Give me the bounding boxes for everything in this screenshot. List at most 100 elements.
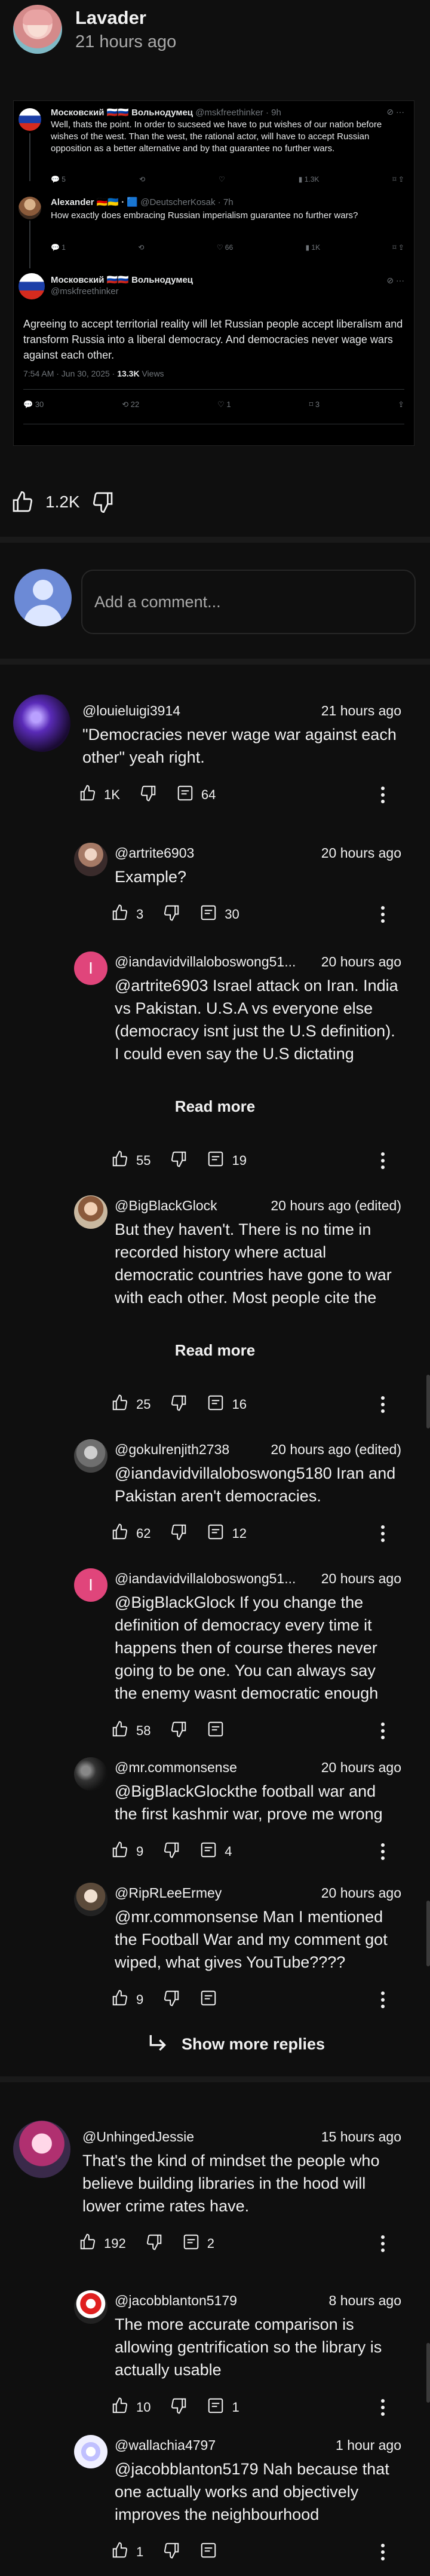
more-options-icon[interactable] [381, 1723, 385, 1742]
comment-author[interactable]: @wallachia4797 [115, 2437, 216, 2453]
more-options-icon[interactable] [381, 1152, 385, 1172]
thumbs-up-icon[interactable] [111, 1150, 129, 1171]
comment-actions: 9 [111, 1989, 236, 2011]
thumbs-down-icon[interactable] [162, 1989, 180, 2011]
thumbs-up-icon[interactable] [111, 1841, 129, 1862]
thumbs-down-icon[interactable] [170, 1523, 188, 1544]
thumbs-up-icon[interactable] [11, 490, 35, 514]
comment-like-count: 58 [136, 1723, 151, 1738]
thumbs-up-icon[interactable] [111, 2541, 129, 2563]
comment-actions: 3 30 [111, 904, 259, 925]
more-options-icon[interactable] [381, 787, 385, 806]
thumbs-up-icon[interactable] [111, 1989, 129, 2011]
commenter-avatar[interactable] [13, 695, 70, 752]
thumbs-down-icon[interactable] [162, 904, 180, 925]
post-like-count: 1.2K [45, 492, 80, 511]
thumbs-up-icon[interactable] [111, 1720, 129, 1742]
reply-icon[interactable] [207, 1720, 225, 1742]
comment-author[interactable]: @iandavidvillaloboswong51... [115, 1571, 296, 1587]
thumbs-up-icon[interactable] [111, 2397, 129, 2418]
reply-icon[interactable] [182, 2233, 200, 2254]
thumbs-up-icon[interactable] [111, 904, 129, 925]
scrollbar[interactable] [426, 1901, 430, 1966]
tweet-author: Московский 🇷🇺🇷🇺 Вольнодумец @mskfreethin… [51, 108, 281, 118]
thumbs-down-icon[interactable] [162, 1841, 180, 1862]
tweet-more-icon: ⊘ ··· [386, 107, 404, 117]
commenter-avatar[interactable]: I [74, 1568, 108, 1602]
scrollbar[interactable] [426, 2343, 430, 2403]
thumbs-down-icon[interactable] [170, 1720, 188, 1742]
thumbs-down-icon[interactable] [170, 1394, 188, 1415]
thumbs-down-icon[interactable] [162, 2541, 180, 2563]
tweet-main-text: Agreeing to accept territorial reality w… [23, 318, 403, 361]
commenter-avatar[interactable] [74, 1195, 108, 1229]
post-image[interactable]: Московский 🇷🇺🇷🇺 Вольнодумец @mskfreethin… [13, 100, 414, 446]
comment-actions: 55 19 [111, 1150, 266, 1171]
thumbs-down-icon[interactable] [145, 2233, 163, 2254]
commenter-avatar[interactable] [74, 1439, 108, 1473]
reply-icon[interactable] [176, 784, 194, 806]
add-comment-input[interactable]: Add a comment... [81, 570, 416, 634]
comment-like-count: 55 [136, 1153, 151, 1168]
comment-time: 20 hours ago (edited) [271, 1442, 401, 1457]
thumbs-up-icon[interactable] [79, 784, 97, 806]
commenter-avatar[interactable] [74, 843, 108, 876]
scrollbar[interactable] [426, 1375, 430, 1428]
comment-reply-count: 2 [207, 2236, 214, 2251]
comment-author[interactable]: @RipRLeeErmey [115, 1885, 222, 1901]
more-options-icon[interactable] [381, 2399, 385, 2419]
comment-author[interactable]: @UnhingedJessie [82, 2129, 194, 2145]
thumbs-down-icon[interactable] [91, 490, 115, 514]
post-author-name[interactable]: Lavader [75, 7, 176, 29]
thumbs-down-icon[interactable] [139, 784, 157, 806]
commenter-avatar[interactable] [74, 2290, 108, 2324]
comment-author[interactable]: @gokulrenjith2738 [115, 1442, 229, 1458]
commenter-avatar[interactable]: I [74, 952, 108, 985]
more-options-icon[interactable] [381, 906, 385, 926]
comment-author[interactable]: @iandavidvillaloboswong51... [115, 954, 296, 970]
tweet-avatar [19, 273, 45, 299]
reply-icon[interactable] [199, 1989, 217, 2011]
comment-time: 8 hours ago [328, 2293, 401, 2308]
comment-author[interactable]: @louieluigi3914 [82, 703, 180, 719]
comment-actions: 58 [111, 1720, 244, 1742]
comment-author[interactable]: @BigBlackGlock [115, 1198, 217, 1214]
comment-like-count: 3 [136, 907, 144, 922]
comment-author[interactable]: @mr.commonsense [115, 1760, 237, 1776]
comment-text: @jacobblanton5179 Nah because that one a… [115, 2460, 389, 2523]
comment-author[interactable]: @artrite6903 [115, 845, 194, 861]
post-author-avatar[interactable] [13, 5, 62, 54]
thumbs-down-icon[interactable] [170, 1150, 188, 1171]
reply-icon[interactable] [207, 1523, 225, 1544]
thumbs-up-icon[interactable] [111, 1394, 129, 1415]
reply-icon[interactable] [207, 2397, 225, 2418]
thumbs-down-icon[interactable] [170, 2397, 188, 2418]
reply-icon[interactable] [207, 1150, 225, 1171]
comment-like-count: 9 [136, 1992, 144, 2007]
commenter-avatar[interactable] [74, 1757, 108, 1791]
reply-icon[interactable] [199, 1841, 217, 1862]
more-options-icon[interactable] [381, 1991, 385, 2011]
thumbs-up-icon[interactable] [79, 2233, 97, 2254]
more-options-icon[interactable] [381, 2544, 385, 2563]
commenter-avatar[interactable] [74, 2435, 108, 2468]
show-more-replies-button[interactable]: Show more replies [146, 2032, 325, 2056]
more-options-icon[interactable] [381, 1843, 385, 1863]
commenter-avatar[interactable] [74, 1883, 108, 1916]
comment-text: The more accurate comparison is allowing… [115, 2315, 382, 2379]
comment-time: 20 hours ago [321, 1885, 401, 1901]
reply-icon[interactable] [199, 2541, 217, 2563]
comment-author[interactable]: @jacobblanton5179 [115, 2293, 237, 2309]
more-options-icon[interactable] [381, 2235, 385, 2255]
reply-icon[interactable] [207, 1394, 225, 1415]
tweet-timestamp: 7:54 AM · Jun 30, 2025 · 13.3K Views [23, 369, 164, 378]
more-options-icon[interactable] [381, 1525, 385, 1545]
comment-actions: 1 [111, 2541, 236, 2563]
commenter-avatar[interactable] [13, 2121, 70, 2178]
tweet-author: Московский 🇷🇺🇷🇺 Вольнодумец [51, 275, 194, 285]
read-more-button[interactable]: Read more [0, 1097, 430, 1116]
read-more-button[interactable]: Read more [0, 1341, 430, 1360]
thumbs-up-icon[interactable] [111, 1523, 129, 1544]
more-options-icon[interactable] [381, 1396, 385, 1416]
reply-icon[interactable] [199, 904, 217, 925]
